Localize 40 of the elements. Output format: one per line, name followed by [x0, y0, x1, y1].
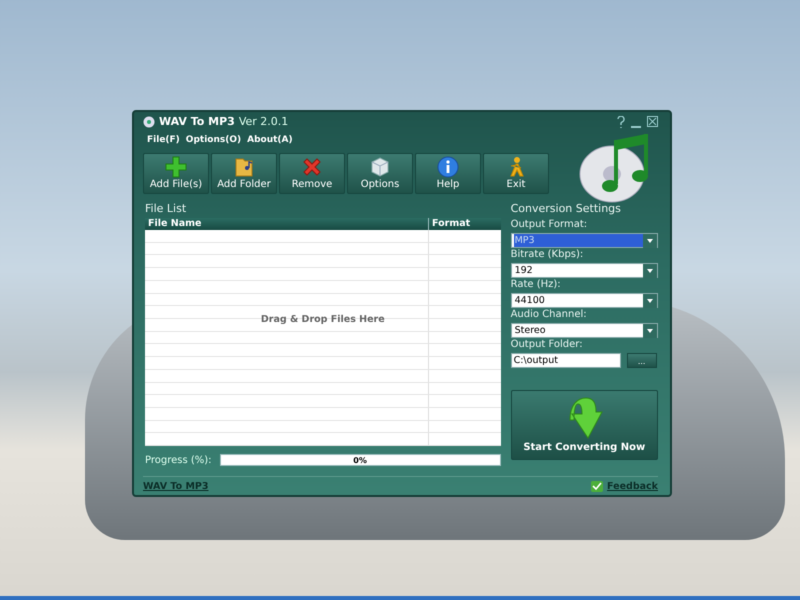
field-label: Audio Channel: — [510, 309, 588, 322]
help-icon[interactable] — [617, 116, 625, 128]
toolbar-button[interactable]: Options — [347, 152, 413, 194]
window-title: WAV To MP3 — [159, 115, 235, 128]
toolbar-button[interactable]: Exit — [483, 152, 549, 194]
section-title: Conversion Settings — [510, 202, 622, 218]
dropdown[interactable]: 192 — [510, 263, 658, 278]
menu-item[interactable]: File(F) — [147, 134, 180, 145]
progress-label: Progress (%): — [145, 454, 212, 466]
dropdown[interactable]: MP3 — [510, 233, 658, 248]
folder-icon — [233, 156, 255, 178]
input-field[interactable]: C:\output — [510, 353, 621, 368]
cross-icon — [301, 156, 323, 178]
drop-hint: Drag & Drop Files Here — [260, 314, 385, 326]
menu-item[interactable]: About(A) — [247, 134, 293, 145]
toolbar-button[interactable]: Help — [415, 152, 481, 194]
start-converting-button[interactable]: Start Converting Now — [510, 390, 658, 460]
dropdown[interactable]: 44100 — [510, 293, 658, 308]
column-header[interactable]: Format — [429, 218, 470, 230]
app-icon — [143, 116, 155, 128]
version-label: Ver 2.0.1 — [238, 115, 288, 128]
cube-icon — [369, 156, 391, 178]
dropdown[interactable]: Stereo — [510, 323, 658, 338]
toolbar-button[interactable]: Add Folder — [211, 152, 277, 194]
info-icon — [437, 156, 459, 178]
plus-icon — [165, 156, 187, 178]
toolbar-button[interactable]: Add File(s) — [143, 152, 209, 194]
close-icon[interactable] — [647, 116, 658, 127]
field-label: Output Format: — [510, 219, 588, 232]
browse-button[interactable]: ... — [626, 353, 657, 368]
field-label: Bitrate (Kbps): — [510, 249, 584, 262]
section-title: File List — [145, 202, 188, 218]
toolbar-button[interactable]: Remove — [279, 152, 345, 194]
column-header[interactable]: File Name — [145, 218, 429, 230]
menu-item[interactable]: Options(O) — [186, 134, 242, 145]
field-label: Output Folder: — [510, 339, 584, 352]
progress-reading: 0% — [353, 456, 367, 465]
check-icon — [591, 480, 604, 492]
file-list-table[interactable]: File Name Format Drag & Drop Files Here — [145, 218, 501, 446]
field-label: Rate (Hz): — [510, 279, 562, 292]
